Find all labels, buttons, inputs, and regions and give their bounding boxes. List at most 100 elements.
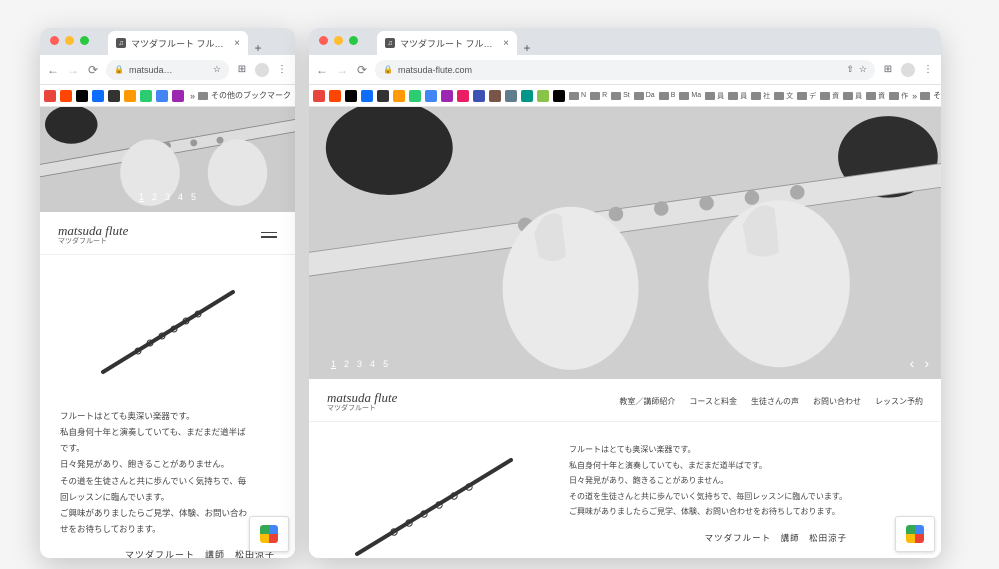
recaptcha-icon [260,525,278,543]
nav-voices[interactable]: 生徒さんの声 [751,396,799,407]
bookmark-item[interactable] [489,90,501,102]
forward-button[interactable]: → [335,63,349,77]
bookmark-item[interactable] [76,90,88,102]
folder-icon [569,92,579,100]
window-maximize-button[interactable] [349,36,358,45]
tab-strip: ♫ マツダフルート フルート教室 習志 × + [309,28,941,55]
pager-2[interactable]: 2 [344,359,349,369]
nav-reserve[interactable]: レッスン予約 [875,396,923,407]
nav-contact[interactable]: お問い合わせ [813,396,861,407]
site-logo[interactable]: matsuda flute マツダフルート [327,391,397,413]
bookmark-folder[interactable]: 資 [820,91,839,101]
nav-about[interactable]: 教室／講師紹介 [619,396,675,407]
reload-button[interactable]: ⟳ [86,63,100,77]
bookmark-folder[interactable]: Ma [679,92,701,100]
bookmark-item[interactable] [393,90,405,102]
bookmark-folder[interactable]: 作 [889,91,908,101]
pager-3[interactable]: 3 [357,359,362,369]
bookmark-item[interactable] [537,90,549,102]
bookmark-item[interactable] [44,90,56,102]
bookmark-item[interactable] [457,90,469,102]
bookmark-item[interactable] [124,90,136,102]
bookmark-folder[interactable]: 資 [866,91,885,101]
star-icon[interactable]: ☆ [859,64,867,75]
bookmark-item[interactable] [172,90,184,102]
bookmark-item[interactable] [92,90,104,102]
other-bookmarks[interactable]: » その他のブックマーク [912,90,941,101]
bookmark-folder[interactable]: 員 [843,91,862,101]
bookmark-folder[interactable]: 員 [728,91,747,101]
window-minimize-button[interactable] [65,36,74,45]
bookmark-item[interactable] [473,90,485,102]
hamburger-menu-icon[interactable] [261,232,277,238]
pager-1[interactable]: 1 [331,359,336,369]
pager-5[interactable]: 5 [383,359,388,369]
bookmark-item[interactable] [108,90,120,102]
bookmark-item[interactable] [345,90,357,102]
bookmark-item[interactable] [505,90,517,102]
nav-pricing[interactable]: コースと料金 [689,396,737,407]
bookmark-item[interactable] [361,90,373,102]
window-close-button[interactable] [319,36,328,45]
bookmark-item[interactable] [60,90,72,102]
bookmark-folder[interactable]: R [590,92,607,100]
bookmark-folder[interactable]: St [611,92,630,100]
main-content: フルートはとても奥深い楽器です。 私自身何十年と演奏していても、まだまだ道半ばで… [309,422,941,558]
address-bar[interactable]: 🔒 matsuda… ☆ [106,60,229,80]
back-button[interactable]: ← [46,63,60,77]
bookmark-folder[interactable]: デ [797,91,816,101]
new-tab-button[interactable]: + [248,41,268,55]
back-button[interactable]: ← [315,63,329,77]
new-tab-button[interactable]: + [517,41,537,55]
bookmark-item[interactable] [409,90,421,102]
browser-tab-active[interactable]: ♫ マツダフルート フルート教室 習志 × [377,31,517,55]
star-icon[interactable]: ☆ [213,64,221,75]
pager-2[interactable]: 2 [152,192,157,202]
pager-5[interactable]: 5 [191,192,196,202]
other-bookmarks[interactable]: » その他のブックマーク [190,90,291,101]
recaptcha-badge[interactable] [249,516,289,552]
profile-avatar[interactable] [901,63,915,77]
bookmark-item[interactable] [441,90,453,102]
pager-1[interactable]: 1 [139,192,144,202]
extensions-icon[interactable]: ⊞ [235,63,249,77]
pager-4[interactable]: 4 [178,192,183,202]
site-logo[interactable]: matsuda flute マツダフルート [58,224,128,246]
intro-copy: フルートはとても奥深い楽器です。 私自身何十年と演奏していても、まだまだ道半ば … [60,408,275,558]
menu-icon[interactable]: ⋮ [275,63,289,77]
bookmark-item[interactable] [377,90,389,102]
window-minimize-button[interactable] [334,36,343,45]
menu-icon[interactable]: ⋮ [921,63,935,77]
bookmark-item[interactable] [140,90,152,102]
extensions-icon[interactable]: ⊞ [881,63,895,77]
bookmark-folder[interactable]: B [659,92,676,100]
carousel-prev-icon[interactable]: ‹ [910,355,915,371]
bookmark-item[interactable] [313,90,325,102]
browser-tab-active[interactable]: ♫ マツダフルート フルート教室 習志 × [108,31,248,55]
recaptcha-badge[interactable] [895,516,935,552]
share-icon[interactable]: ⇧ [846,64,854,75]
forward-button[interactable]: → [66,63,80,77]
reload-button[interactable]: ⟳ [355,63,369,77]
bookmark-folder[interactable]: Da [634,92,655,100]
window-close-button[interactable] [50,36,59,45]
bookmark-folder[interactable]: 員 [705,91,724,101]
browser-window-mobile: ♫ マツダフルート フルート教室 習志 × + ← → ⟳ 🔒 matsuda…… [40,28,295,558]
bookmark-item[interactable] [156,90,168,102]
bookmark-item[interactable] [521,90,533,102]
tab-close-icon[interactable]: × [234,38,240,49]
carousel-next-icon[interactable]: › [924,355,929,371]
bookmark-item[interactable] [329,90,341,102]
bookmark-bar: NRStDaBMa員員社文デ資員資作 » その他のブックマーク [309,85,941,107]
pager-3[interactable]: 3 [165,192,170,202]
bookmark-folder[interactable]: 文 [774,91,793,101]
bookmark-folder[interactable]: N [569,92,586,100]
window-maximize-button[interactable] [80,36,89,45]
address-bar[interactable]: 🔒 matsuda-flute.com ⇧ ☆ [375,60,875,80]
tab-close-icon[interactable]: × [503,38,509,49]
pager-4[interactable]: 4 [370,359,375,369]
bookmark-folder[interactable]: 社 [751,91,770,101]
bookmark-item[interactable] [425,90,437,102]
profile-avatar[interactable] [255,63,269,77]
bookmark-item[interactable] [553,90,565,102]
